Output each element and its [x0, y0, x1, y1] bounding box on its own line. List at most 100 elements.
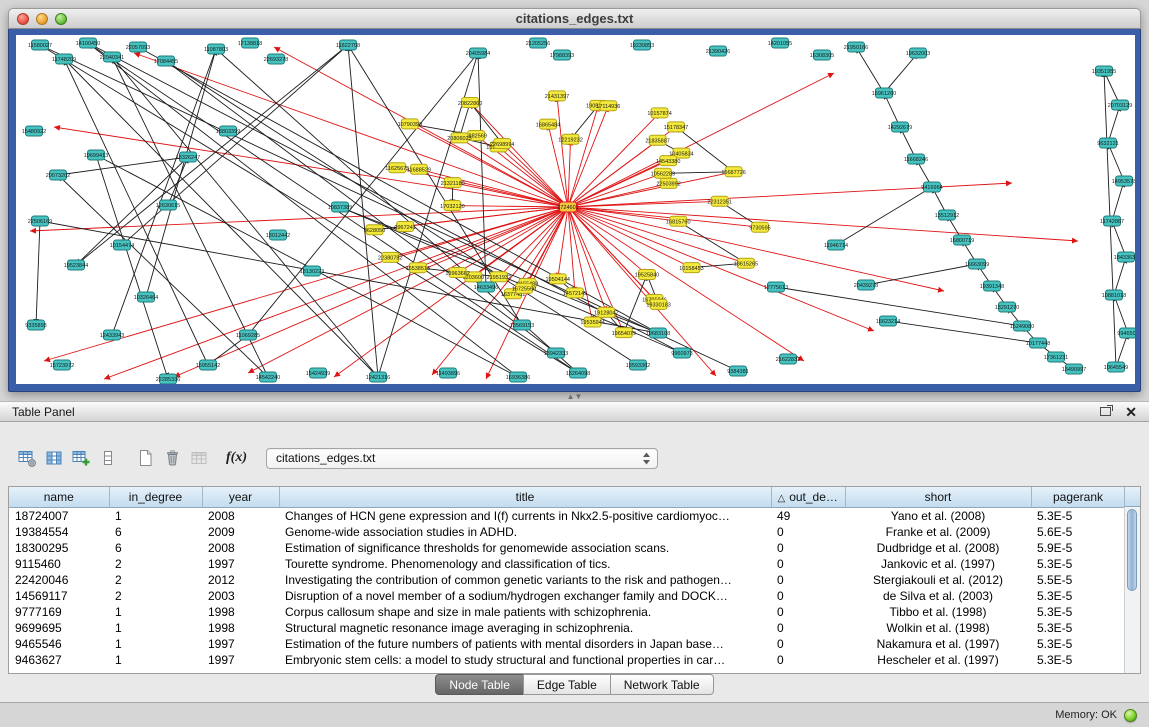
table-row[interactable]: 1938455462009Genome-wide association stu… [9, 524, 1125, 540]
table-cell-year[interactable]: 1998 [202, 604, 279, 620]
table-cell-short[interactable]: Yano et al. (2008) [845, 507, 1031, 524]
row-tools-button[interactable] [95, 446, 122, 470]
table-cell-in_degree[interactable]: 6 [109, 540, 202, 556]
tab-edge-table[interactable]: Edge Table [523, 674, 611, 695]
table-cell-name[interactable]: 9115460 [9, 556, 109, 572]
table-row[interactable]: 1456911722003Disruption of a novel membe… [9, 588, 1125, 604]
table-cell-out_degree[interactable]: 0 [771, 652, 845, 668]
table-cell-title[interactable]: Embryonic stem cells: a model to study s… [279, 652, 771, 668]
table-row[interactable]: 946554611997Estimation of the future num… [9, 636, 1125, 652]
table-cell-year[interactable]: 2012 [202, 572, 279, 588]
table-cell-in_degree[interactable]: 2 [109, 572, 202, 588]
table-cell-pagerank[interactable]: 5.3E-5 [1031, 507, 1125, 524]
column-header-out_degree[interactable]: △out_de… [771, 487, 845, 507]
table-cell-name[interactable]: 9699695 [9, 620, 109, 636]
table-cell-out_degree[interactable]: 0 [771, 604, 845, 620]
table-row[interactable]: 2242004622012Investigating the contribut… [9, 572, 1125, 588]
table-row[interactable]: 969969511998Structural magnetic resonanc… [9, 620, 1125, 636]
tab-network-table[interactable]: Network Table [610, 674, 714, 695]
table-cell-out_degree[interactable]: 0 [771, 572, 845, 588]
column-header-year[interactable]: year [202, 487, 279, 507]
table-disabled-button[interactable] [186, 446, 213, 470]
table-cell-name[interactable]: 19384554 [9, 524, 109, 540]
table-cell-in_degree[interactable]: 2 [109, 588, 202, 604]
table-cell-name[interactable]: 18724007 [9, 507, 109, 524]
table-cell-title[interactable]: Structural magnetic resonance image aver… [279, 620, 771, 636]
table-cell-in_degree[interactable]: 1 [109, 636, 202, 652]
table-cell-pagerank[interactable]: 5.9E-5 [1031, 540, 1125, 556]
table-cell-in_degree[interactable]: 1 [109, 620, 202, 636]
table-cell-name[interactable]: 9777169 [9, 604, 109, 620]
table-cell-in_degree[interactable]: 6 [109, 524, 202, 540]
table-cell-year[interactable]: 1997 [202, 636, 279, 652]
delete-table-button[interactable] [159, 446, 186, 470]
table-cell-in_degree[interactable]: 1 [109, 604, 202, 620]
table-cell-short[interactable]: Stergiakouli et al. (2012) [845, 572, 1031, 588]
column-header-in_degree[interactable]: in_degree [109, 487, 202, 507]
table-cell-pagerank[interactable]: 5.5E-5 [1031, 572, 1125, 588]
tab-node-table[interactable]: Node Table [435, 674, 524, 695]
table-row[interactable]: 977716911998Corpus callosum shape and si… [9, 604, 1125, 620]
select-columns-button[interactable] [41, 446, 68, 470]
table-cell-pagerank[interactable]: 5.3E-5 [1031, 652, 1125, 668]
function-builder-button[interactable]: f(x) [223, 446, 250, 470]
table-cell-short[interactable]: Wolkin et al. (1998) [845, 620, 1031, 636]
table-cell-title[interactable]: Investigating the contribution of common… [279, 572, 771, 588]
table-cell-out_degree[interactable]: 0 [771, 588, 845, 604]
new-document-button[interactable] [132, 446, 159, 470]
table-cell-short[interactable]: Franke et al. (2009) [845, 524, 1031, 540]
table-cell-short[interactable]: Nakamura et al. (1997) [845, 636, 1031, 652]
table-cell-name[interactable]: 9465546 [9, 636, 109, 652]
table-cell-year[interactable]: 2008 [202, 540, 279, 556]
table-cell-title[interactable]: Disruption of a novel member of a sodium… [279, 588, 771, 604]
table-cell-pagerank[interactable]: 5.6E-5 [1031, 524, 1125, 540]
table-cell-name[interactable]: 9463627 [9, 652, 109, 668]
table-row[interactable]: 946362711997Embryonic stem cells: a mode… [9, 652, 1125, 668]
table-cell-year[interactable]: 2009 [202, 524, 279, 540]
table-row[interactable]: 1872400712008Changes of HCN gene express… [9, 507, 1125, 524]
table-settings-button[interactable] [14, 446, 41, 470]
table-cell-out_degree[interactable]: 0 [771, 540, 845, 556]
table-cell-out_degree[interactable]: 0 [771, 620, 845, 636]
table-cell-in_degree[interactable]: 1 [109, 652, 202, 668]
table-cell-pagerank[interactable]: 5.3E-5 [1031, 604, 1125, 620]
table-row[interactable]: 1830029562008Estimation of significance … [9, 540, 1125, 556]
table-cell-year[interactable]: 1997 [202, 556, 279, 572]
table-cell-name[interactable]: 22420046 [9, 572, 109, 588]
close-button[interactable] [17, 13, 29, 25]
table-cell-pagerank[interactable]: 5.3E-5 [1031, 556, 1125, 572]
column-header-name[interactable]: name [9, 487, 109, 507]
table-cell-out_degree[interactable]: 0 [771, 636, 845, 652]
table-cell-out_degree[interactable]: 49 [771, 507, 845, 524]
table-cell-pagerank[interactable]: 5.3E-5 [1031, 636, 1125, 652]
float-panel-button[interactable] [1100, 407, 1111, 416]
table-cell-short[interactable]: Hescheler et al. (1997) [845, 652, 1031, 668]
column-header-short[interactable]: short [845, 487, 1031, 507]
close-panel-button[interactable]: ✕ [1125, 405, 1137, 419]
scrollbar-thumb[interactable] [1127, 509, 1137, 591]
table-cell-name[interactable]: 14569117 [9, 588, 109, 604]
table-cell-title[interactable]: Estimation of the future numbers of pati… [279, 636, 771, 652]
table-cell-short[interactable]: Dudbridge et al. (2008) [845, 540, 1031, 556]
table-row[interactable]: 911546021997Tourette syndrome. Phenomeno… [9, 556, 1125, 572]
table-selector[interactable]: citations_edges.txt [266, 448, 658, 469]
table-cell-short[interactable]: de Silva et al. (2003) [845, 588, 1031, 604]
table-cell-year[interactable]: 1998 [202, 620, 279, 636]
table-cell-title[interactable]: Corpus callosum shape and size in male p… [279, 604, 771, 620]
table-cell-short[interactable]: Jankovic et al. (1997) [845, 556, 1031, 572]
column-header-title[interactable]: title [279, 487, 771, 507]
table-cell-name[interactable]: 18300295 [9, 540, 109, 556]
table-cell-out_degree[interactable]: 0 [771, 556, 845, 572]
memory-indicator-icon[interactable] [1124, 709, 1137, 722]
minimize-button[interactable] [36, 13, 48, 25]
import-table-button[interactable] [68, 446, 95, 470]
table-cell-title[interactable]: Genome-wide association studies in ADHD. [279, 524, 771, 540]
table-cell-title[interactable]: Changes of HCN gene expression and I(f) … [279, 507, 771, 524]
table-cell-year[interactable]: 2008 [202, 507, 279, 524]
table-cell-year[interactable]: 1997 [202, 652, 279, 668]
table-cell-pagerank[interactable]: 5.3E-5 [1031, 588, 1125, 604]
table-cell-year[interactable]: 2003 [202, 588, 279, 604]
window-titlebar[interactable]: citations_edges.txt [8, 8, 1141, 29]
table-scrollbar[interactable] [1124, 507, 1140, 673]
table-cell-in_degree[interactable]: 1 [109, 507, 202, 524]
